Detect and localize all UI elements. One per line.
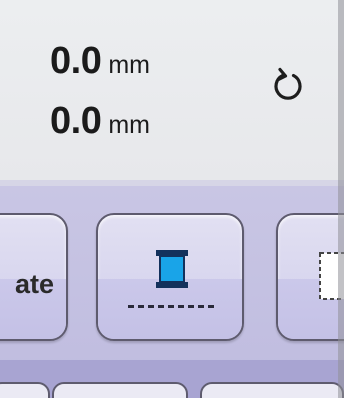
y-offset-value: 0.0	[50, 100, 102, 142]
rotate-button[interactable]: ate	[0, 213, 68, 341]
frame-button[interactable]	[276, 213, 344, 341]
reset-position-button[interactable]	[266, 64, 310, 108]
embroidery-screen: 0.0 mm 0.0 mm ate	[0, 0, 344, 398]
thread-spool-icon	[128, 250, 214, 308]
rotate-button-label: ate	[14, 269, 54, 299]
bottom-tab-2[interactable]	[52, 382, 188, 398]
screen-bezel-edge	[338, 0, 344, 398]
x-offset-unit: mm	[108, 51, 150, 79]
thread-spool-button[interactable]	[96, 213, 244, 341]
x-offset-readout: 0.0 mm	[50, 40, 150, 83]
x-offset-value: 0.0	[50, 40, 102, 82]
y-offset-readout: 0.0 mm	[50, 100, 150, 143]
bottom-tab-3[interactable]	[200, 382, 344, 398]
rotate-refresh-icon	[274, 67, 302, 100]
y-offset-unit: mm	[108, 111, 150, 139]
position-readout-panel: 0.0 mm 0.0 mm	[0, 0, 344, 180]
bottom-tab-1[interactable]	[0, 382, 50, 398]
